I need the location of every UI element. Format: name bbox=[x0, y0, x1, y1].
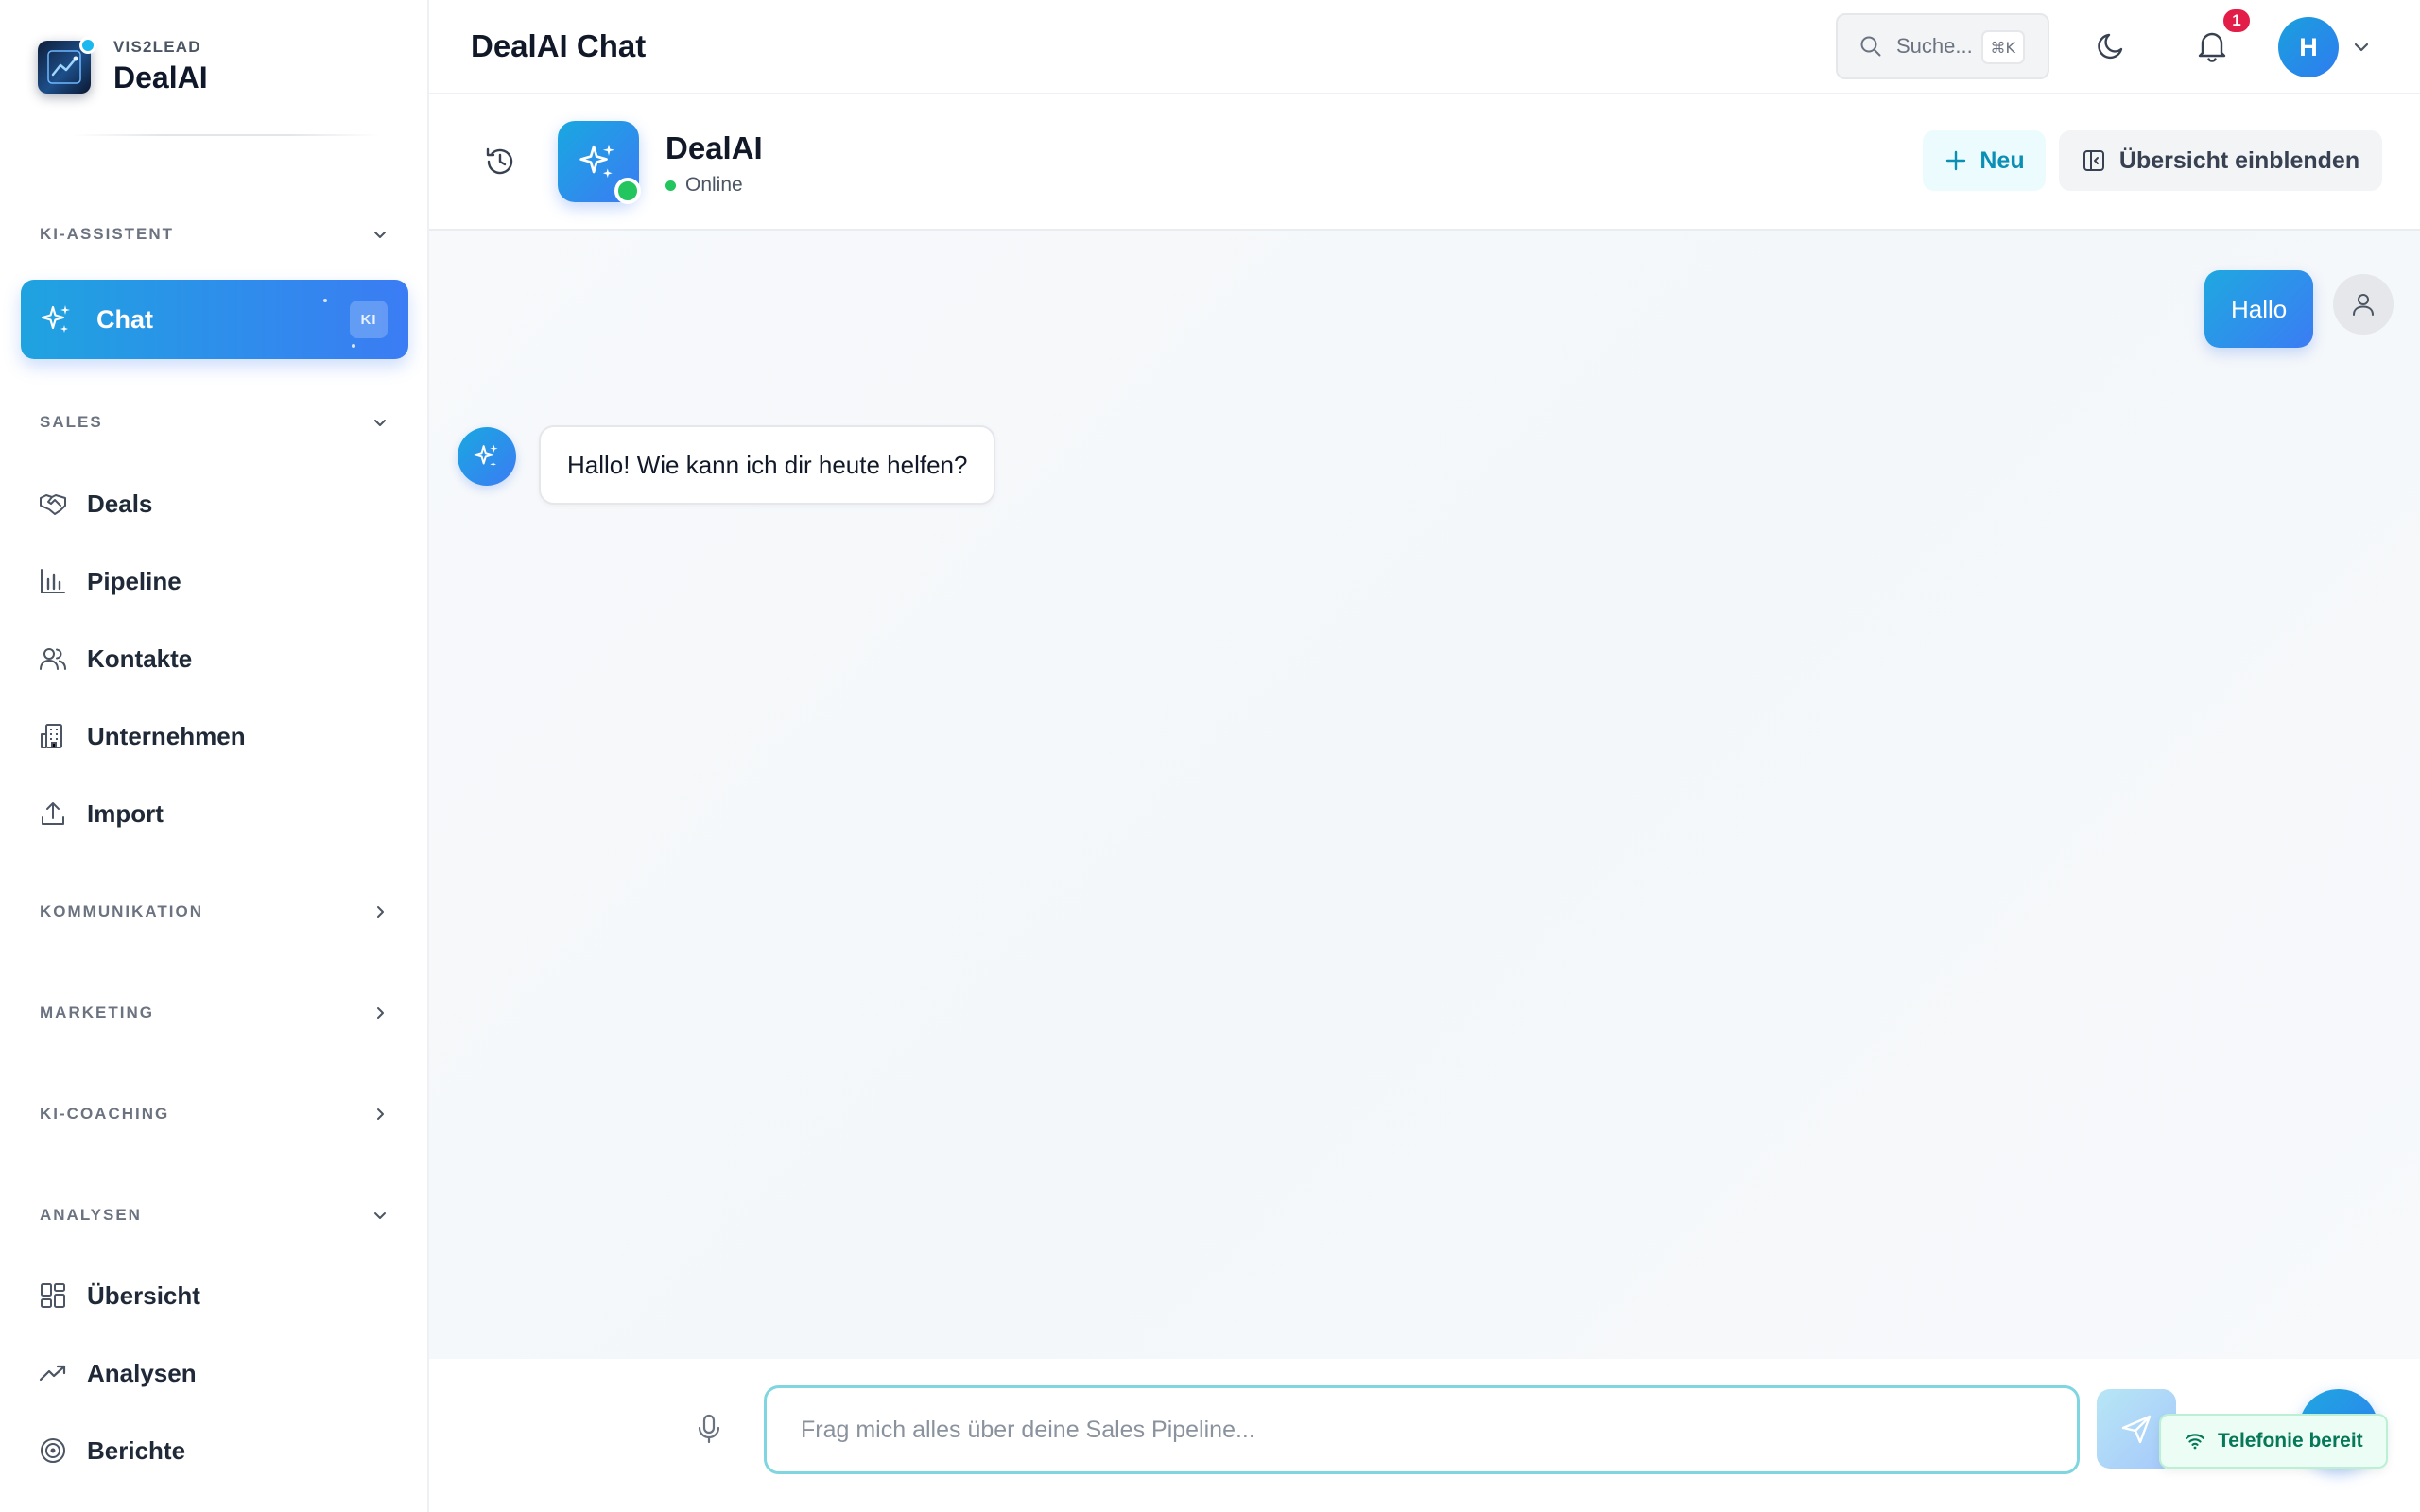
sidebar-item-analysen[interactable]: Analysen bbox=[38, 1349, 397, 1397]
section-ki-coaching[interactable]: KI-COACHING bbox=[40, 1100, 389, 1128]
chevron-down-icon bbox=[374, 420, 386, 426]
sidebar-item-label: Deals bbox=[87, 489, 153, 518]
sparkle-dot bbox=[352, 344, 355, 348]
sidebar-item-label: Import bbox=[87, 799, 164, 828]
bell-icon[interactable] bbox=[2193, 26, 2231, 64]
app-root: VIS2LEAD DealAI KI-ASSISTENT Chat KI SAL… bbox=[0, 0, 2420, 1512]
user-avatar[interactable]: H bbox=[2278, 17, 2339, 77]
section-label: KI-COACHING bbox=[40, 1105, 170, 1123]
brand-logo bbox=[38, 36, 96, 94]
page-title: DealAI Chat bbox=[471, 28, 647, 63]
user-icon bbox=[2353, 294, 2374, 316]
chat-message-input[interactable] bbox=[764, 1385, 2080, 1474]
section-analysen[interactable]: ANALYSEN bbox=[40, 1201, 389, 1229]
sparkles-icon bbox=[474, 444, 498, 468]
chat-header: DealAI Online Neu Übersicht einblenden bbox=[429, 94, 2420, 231]
brand[interactable]: VIS2LEAD DealAI bbox=[38, 36, 208, 95]
brand-name: DealAI bbox=[113, 60, 208, 94]
brand-subtitle: VIS2LEAD bbox=[113, 38, 201, 56]
notification-badge: 1 bbox=[2221, 8, 2252, 34]
handshake-icon bbox=[40, 494, 66, 515]
sidebar: VIS2LEAD DealAI KI-ASSISTENT Chat KI SAL… bbox=[0, 0, 429, 1512]
section-label: KOMMUNIKATION bbox=[40, 902, 203, 920]
sidebar-item-label: Pipeline bbox=[87, 566, 182, 595]
section-marketing[interactable]: MARKETING bbox=[40, 999, 389, 1027]
chevron-right-icon bbox=[377, 906, 384, 918]
show-overview-label: Übersicht einblenden bbox=[2118, 146, 2360, 174]
sidebar-item-label: Chat bbox=[96, 304, 153, 334]
brand-divider bbox=[72, 134, 380, 136]
sidebar-item-chat[interactable]: Chat KI bbox=[21, 280, 408, 359]
plus-icon bbox=[1946, 150, 1966, 171]
chevron-down-icon[interactable] bbox=[2350, 36, 2373, 59]
target-icon bbox=[41, 1438, 65, 1463]
sidebar-item-pipeline[interactable]: Pipeline bbox=[38, 558, 397, 605]
microphone-icon[interactable] bbox=[692, 1412, 726, 1446]
status-dot bbox=[666, 180, 676, 191]
search-placeholder: Suche... bbox=[1896, 34, 1973, 58]
chevron-down-icon bbox=[374, 232, 386, 238]
section-label: KI-ASSISTENT bbox=[40, 225, 175, 243]
sidebar-item-unternehmen[interactable]: Unternehmen bbox=[38, 713, 397, 760]
chat-input-bar: Telefonie bereit bbox=[429, 1359, 2420, 1512]
sidebar-item-label: Analysen bbox=[87, 1358, 197, 1387]
user-message: Hallo bbox=[2204, 270, 2314, 348]
history-icon[interactable] bbox=[482, 144, 518, 180]
topbar: DealAI Chat Suche... ⌘K 1 H bbox=[429, 0, 2420, 94]
moon-icon[interactable] bbox=[2093, 26, 2131, 64]
search-shortcut: ⌘K bbox=[1980, 30, 2025, 64]
sidebar-item-deals[interactable]: Deals bbox=[38, 480, 397, 527]
new-chat-button[interactable]: Neu bbox=[1923, 130, 2046, 191]
sidebar-item-kontakte[interactable]: Kontakte bbox=[38, 635, 397, 682]
sparkles-icon bbox=[579, 144, 615, 179]
sidebar-item-berichte[interactable]: Berichte bbox=[38, 1427, 397, 1474]
sidebar-item-label: Berichte bbox=[87, 1435, 186, 1465]
sidebar-item-label: Übersicht bbox=[87, 1280, 200, 1310]
telefonie-label: Telefonie bereit bbox=[2218, 1430, 2363, 1452]
sparkle-dot bbox=[323, 299, 327, 302]
brand-status-dot bbox=[79, 36, 96, 54]
wifi-icon bbox=[2185, 1434, 2205, 1450]
bot-status: Online bbox=[666, 174, 743, 197]
section-ki-assistent[interactable]: KI-ASSISTENT bbox=[40, 220, 389, 249]
chevron-down-icon bbox=[374, 1212, 386, 1219]
new-chat-label: Neu bbox=[1979, 146, 2025, 174]
chat-messages: Hallo Hallo! Wie kann ich dir heute helf… bbox=[429, 231, 2420, 1359]
trending-up-icon bbox=[39, 1365, 66, 1382]
telefonie-status-toast[interactable]: Telefonie bereit bbox=[2159, 1414, 2388, 1469]
section-sales[interactable]: SALES bbox=[40, 408, 389, 437]
upload-icon bbox=[42, 802, 64, 825]
section-label: MARKETING bbox=[40, 1004, 154, 1022]
search-icon bbox=[1860, 36, 1881, 57]
online-indicator bbox=[614, 178, 641, 204]
sidebar-item-uebersicht[interactable]: Übersicht bbox=[38, 1272, 397, 1319]
user-message-avatar bbox=[2333, 274, 2394, 335]
show-overview-button[interactable]: Übersicht einblenden bbox=[2059, 130, 2382, 191]
ki-badge: KI bbox=[350, 301, 388, 338]
panel-left-icon bbox=[2083, 150, 2104, 171]
chevron-right-icon bbox=[377, 1007, 384, 1019]
bot-name: DealAI bbox=[666, 130, 763, 165]
dashboard-grid-icon bbox=[41, 1283, 65, 1308]
chevron-right-icon bbox=[377, 1108, 384, 1120]
section-label: SALES bbox=[40, 413, 103, 431]
sidebar-item-import[interactable]: Import bbox=[38, 790, 397, 837]
search-input[interactable]: Suche... ⌘K bbox=[1836, 13, 2049, 79]
sparkles-icon bbox=[41, 305, 70, 333]
send-icon bbox=[2121, 1415, 2152, 1444]
status-text: Online bbox=[685, 174, 743, 196]
logo-icon bbox=[47, 49, 81, 84]
bar-chart-icon bbox=[41, 569, 65, 593]
bot-message: Hallo! Wie kann ich dir heute helfen? bbox=[539, 425, 996, 505]
section-label: ANALYSEN bbox=[40, 1206, 142, 1224]
building-icon bbox=[41, 724, 62, 748]
sidebar-item-label: Kontakte bbox=[87, 644, 193, 673]
sidebar-item-label: Unternehmen bbox=[87, 721, 246, 750]
section-kommunikation[interactable]: KOMMUNIKATION bbox=[40, 898, 389, 926]
bot-message-avatar bbox=[458, 427, 516, 486]
users-icon bbox=[40, 648, 66, 670]
